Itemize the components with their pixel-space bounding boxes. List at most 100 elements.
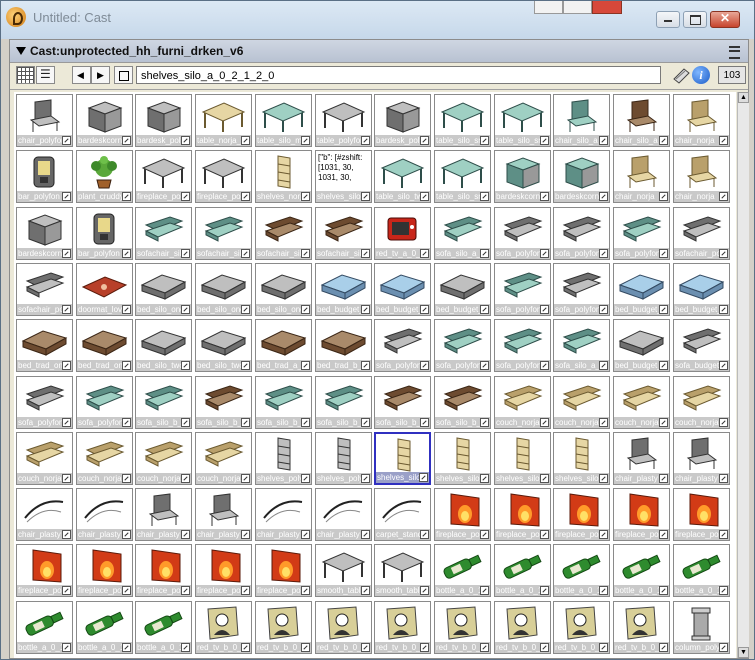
cast-member-15[interactable]: fireplace_poly bbox=[135, 150, 192, 203]
cast-member-17[interactable]: shelves_norja bbox=[255, 150, 312, 203]
cast-member-108[interactable]: bottle_a_0_1 bbox=[673, 544, 730, 597]
cast-member-112[interactable]: red_tv_b_0_1 bbox=[195, 601, 252, 654]
member-number-field[interactable]: 103 bbox=[718, 66, 746, 84]
cast-member-88[interactable]: chair_plasty bbox=[195, 488, 252, 541]
cast-member-78[interactable]: shelves_poly bbox=[315, 432, 372, 485]
cast-member-49[interactable]: bed_trad_one bbox=[16, 319, 73, 372]
cast-member-properties-icon[interactable]: i bbox=[692, 66, 710, 84]
cast-member-86[interactable]: chair_plasty bbox=[76, 488, 133, 541]
cast-member-55[interactable]: sofa_polyfon bbox=[374, 319, 431, 372]
cast-member-60[interactable]: sofa_budget_o bbox=[673, 319, 730, 372]
cast-member-1[interactable]: chair_polyfon bbox=[16, 94, 73, 147]
cast-member-53[interactable]: bed_trad_a_0 bbox=[255, 319, 312, 372]
cast-member-23[interactable]: chair_norja bbox=[613, 150, 670, 203]
cast-member-18[interactable]: ["b": [#zshift: [1031, 30, 1031, 30, shel… bbox=[315, 150, 372, 203]
cast-member-110[interactable]: bottle_a_0_1 bbox=[76, 601, 133, 654]
cast-member-35[interactable]: sofa_polyfon bbox=[613, 207, 670, 260]
cast-member-27[interactable]: sofachair_sil bbox=[135, 207, 192, 260]
cast-member-44[interactable]: bed_budget_o bbox=[434, 263, 491, 316]
cast-member-25[interactable]: bardeskcorne bbox=[16, 207, 73, 260]
cast-member-69[interactable]: couch_norja bbox=[494, 376, 551, 429]
cast-member-115[interactable]: red_tv_b_0_1 bbox=[374, 601, 431, 654]
cast-member-9[interactable]: table_silo_sm bbox=[494, 94, 551, 147]
cast-member-32[interactable]: sofa_silo_a_0 bbox=[434, 207, 491, 260]
cast-member-42[interactable]: bed_budget_o bbox=[315, 263, 372, 316]
scroll-down-arrow[interactable]: ▼ bbox=[738, 647, 749, 658]
cast-member-64[interactable]: sofa_silo_b_0 bbox=[195, 376, 252, 429]
minimize-button[interactable] bbox=[656, 11, 680, 28]
cast-member-8[interactable]: table_silo_sm bbox=[434, 94, 491, 147]
cast-member-20[interactable]: table_silo_sm bbox=[434, 150, 491, 203]
close-button[interactable]: ✕ bbox=[710, 11, 740, 28]
cast-member-83[interactable]: chair_plasty bbox=[613, 432, 670, 485]
cast-member-79[interactable]: shelves_silo bbox=[374, 432, 431, 485]
cast-member-41[interactable]: bed_silo_one bbox=[255, 263, 312, 316]
cast-member-24[interactable]: chair_norja bbox=[673, 150, 730, 203]
cast-member-59[interactable]: bed_budget_o bbox=[613, 319, 670, 372]
cast-member-54[interactable]: bed_trad_b_0 bbox=[315, 319, 372, 372]
cast-member-65[interactable]: sofa_silo_b_0 bbox=[255, 376, 312, 429]
cast-member-2[interactable]: bardeskcorne bbox=[76, 94, 133, 147]
cast-panel-header[interactable]: Cast:unprotected_hh_furni_drken_v6 bbox=[10, 40, 748, 63]
cast-member-58[interactable]: sofa_silo_a_0 bbox=[553, 319, 610, 372]
next-member-button[interactable] bbox=[91, 66, 110, 84]
cast-member-103[interactable]: smooth_table bbox=[374, 544, 431, 597]
cast-member-96[interactable]: fireplace_poly bbox=[673, 488, 730, 541]
cast-member-56[interactable]: sofa_polyfon bbox=[434, 319, 491, 372]
cast-member-74[interactable]: couch_norja bbox=[76, 432, 133, 485]
cast-member-84[interactable]: chair_plasty bbox=[673, 432, 730, 485]
cast-member-33[interactable]: sofa_polyfon bbox=[494, 207, 551, 260]
cast-member-45[interactable]: sofa_polyfon bbox=[494, 263, 551, 316]
cast-member-37[interactable]: sofachair_poly bbox=[16, 263, 73, 316]
cast-member-63[interactable]: sofa_silo_b_0 bbox=[135, 376, 192, 429]
cast-member-10[interactable]: chair_silo_a bbox=[553, 94, 610, 147]
cast-member-106[interactable]: bottle_a_0_1 bbox=[553, 544, 610, 597]
cast-member-28[interactable]: sofachair_sil bbox=[195, 207, 252, 260]
cast-member-11[interactable]: chair_silo_a bbox=[613, 94, 670, 147]
cast-member-117[interactable]: red_tv_b_0_1 bbox=[494, 601, 551, 654]
previous-member-button[interactable] bbox=[72, 66, 91, 84]
cast-member-111[interactable]: bottle_a_0_1 bbox=[135, 601, 192, 654]
cast-member-120[interactable]: column_poly bbox=[673, 601, 730, 654]
cast-member-81[interactable]: shelves_silo bbox=[494, 432, 551, 485]
maximize-button[interactable] bbox=[683, 11, 707, 28]
cast-member-72[interactable]: couch_norja bbox=[673, 376, 730, 429]
cast-member-70[interactable]: couch_norja bbox=[553, 376, 610, 429]
cast-member-100[interactable]: fireplace_poly bbox=[195, 544, 252, 597]
cast-member-7[interactable]: bardesk_polyf bbox=[374, 94, 431, 147]
cast-member-21[interactable]: bardeskcorne bbox=[494, 150, 551, 203]
cast-member-95[interactable]: fireplace_poly bbox=[613, 488, 670, 541]
cast-member-46[interactable]: sofa_polyfon bbox=[553, 263, 610, 316]
cast-member-40[interactable]: bed_silo_one bbox=[195, 263, 252, 316]
cast-member-22[interactable]: bardeskcorne bbox=[553, 150, 610, 203]
cast-member-67[interactable]: sofa_silo_b_0 bbox=[374, 376, 431, 429]
member-name-field[interactable]: shelves_silo_a_0_2_1_2_0 bbox=[136, 66, 661, 84]
cast-member-48[interactable]: bed_budget_o bbox=[673, 263, 730, 316]
panel-menu-icon[interactable] bbox=[729, 46, 740, 59]
cast-member-43[interactable]: bed_budget_o bbox=[374, 263, 431, 316]
cast-member-80[interactable]: shelves_silo bbox=[434, 432, 491, 485]
cast-member-29[interactable]: sofachair_sil bbox=[255, 207, 312, 260]
cast-member-76[interactable]: couch_norja bbox=[195, 432, 252, 485]
cast-member-31[interactable]: red_tv_a_0_1 bbox=[374, 207, 431, 260]
cast-member-34[interactable]: sofa_polyfon bbox=[553, 207, 610, 260]
cast-member-92[interactable]: fireplace_poly bbox=[434, 488, 491, 541]
cast-member-75[interactable]: couch_norja bbox=[135, 432, 192, 485]
cast-member-105[interactable]: bottle_a_0_1 bbox=[494, 544, 551, 597]
cast-member-73[interactable]: couch_norja bbox=[16, 432, 73, 485]
cast-member-68[interactable]: sofa_silo_b_0 bbox=[434, 376, 491, 429]
outer-minimize-button[interactable] bbox=[534, 1, 563, 14]
cast-member-99[interactable]: fireplace_poly bbox=[135, 544, 192, 597]
cast-member-12[interactable]: chair_norja bbox=[673, 94, 730, 147]
cast-member-16[interactable]: fireplace_poly bbox=[195, 150, 252, 203]
cast-member-116[interactable]: red_tv_b_0_1 bbox=[434, 601, 491, 654]
scroll-up-arrow[interactable]: ▲ bbox=[738, 92, 749, 103]
cast-member-114[interactable]: red_tv_b_0_1 bbox=[315, 601, 372, 654]
cast-member-77[interactable]: shelves_poly bbox=[255, 432, 312, 485]
vertical-scrollbar[interactable]: ▲ ▼ bbox=[737, 92, 749, 658]
title-bar[interactable]: Untitled: Cast ✕ bbox=[1, 1, 754, 39]
cast-member-52[interactable]: bed_silo_two bbox=[195, 319, 252, 372]
outer-close-button[interactable] bbox=[592, 1, 622, 14]
cast-member-118[interactable]: red_tv_b_0_1 bbox=[553, 601, 610, 654]
cast-member-47[interactable]: bed_budget_o bbox=[613, 263, 670, 316]
